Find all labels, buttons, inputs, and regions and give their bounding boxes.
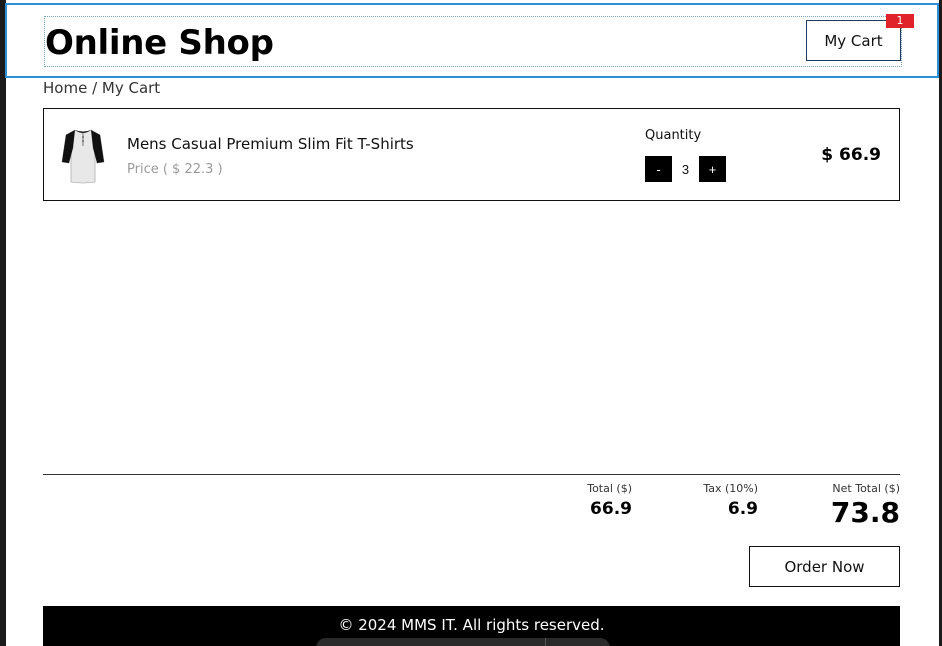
- window-frame-left: [0, 0, 6, 646]
- site-footer: © 2024 MMS IT. All rights reserved.: [43, 606, 900, 646]
- summary-net-total: Net Total ($) 73.8: [831, 482, 900, 529]
- my-cart-button[interactable]: My Cart 1: [806, 14, 914, 61]
- total-value: 66.9: [590, 499, 632, 519]
- breadcrumb: Home / My Cart: [43, 79, 160, 97]
- breadcrumb-home-link[interactable]: Home: [43, 79, 87, 97]
- decrease-quantity-button[interactable]: -: [645, 156, 672, 182]
- cart-button-label: My Cart: [824, 31, 883, 50]
- cart-count-badge: 1: [886, 14, 914, 28]
- floating-toolbar[interactable]: [316, 638, 610, 646]
- site-title: Online Shop: [45, 23, 274, 63]
- order-now-button[interactable]: Order Now: [749, 546, 900, 587]
- net-total-label: Net Total ($): [832, 482, 900, 495]
- cart-item-row: Mens Casual Premium Slim Fit T-Shirts Pr…: [43, 108, 900, 201]
- product-name: Mens Casual Premium Slim Fit T-Shirts: [127, 135, 414, 153]
- quantity-label: Quantity: [645, 128, 702, 143]
- site-header: Online Shop My Cart 1: [5, 3, 939, 78]
- breadcrumb-current: My Cart: [101, 79, 161, 97]
- quantity-value: 3: [681, 161, 690, 177]
- tax-label: Tax (10%): [703, 482, 758, 495]
- increase-quantity-button[interactable]: +: [699, 156, 726, 182]
- tax-value: 6.9: [727, 499, 758, 519]
- line-total: $ 66.9: [821, 145, 881, 165]
- toolbar-divider: [545, 638, 546, 646]
- footer-copyright: © 2024 MMS IT. All rights reserved.: [338, 616, 605, 634]
- summary-total: Total ($) 66.9: [587, 482, 632, 519]
- summary-tax: Tax (10%) 6.9: [703, 482, 758, 519]
- summary-divider: [43, 474, 900, 475]
- product-unit-price: Price ( $ 22.3 ): [127, 162, 223, 177]
- tshirt-image: [61, 126, 105, 184]
- total-label: Total ($): [587, 482, 632, 495]
- header-container: Online Shop My Cart 1: [44, 14, 914, 67]
- net-total-value: 73.8: [830, 496, 900, 529]
- breadcrumb-separator: /: [87, 79, 102, 97]
